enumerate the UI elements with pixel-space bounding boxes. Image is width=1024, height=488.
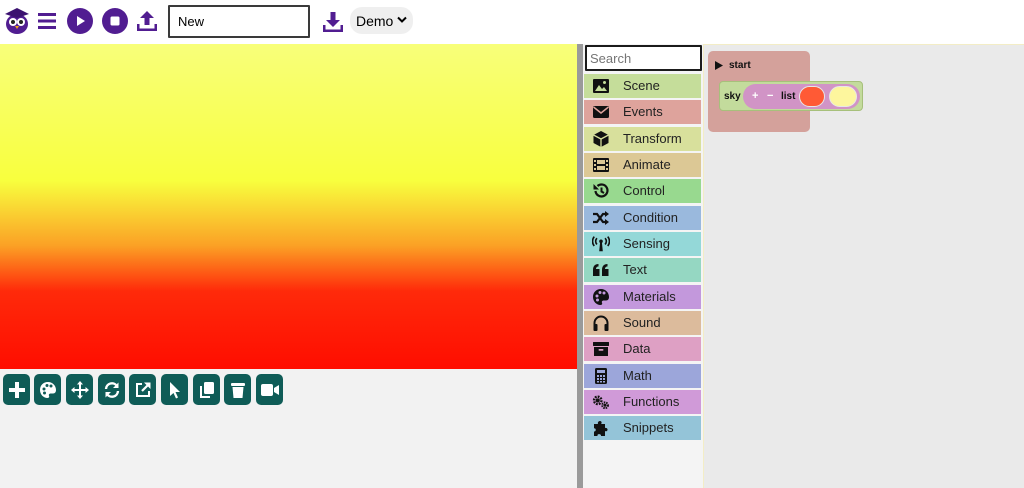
cube-icon [592,130,610,148]
cogs-icon [592,393,610,411]
category-data[interactable]: Data [584,337,701,361]
add-object-button[interactable] [3,374,30,405]
archive-icon [592,340,610,358]
category-sensing[interactable]: Sensing [584,232,701,256]
download-icon [323,12,343,32]
category-sound[interactable]: Sound [584,311,701,335]
antenna-icon [592,235,610,253]
top-toolbar: Demo [0,0,1024,44]
film-icon [592,156,610,174]
puzzle-icon [592,419,610,437]
color-swatch-2[interactable] [829,86,857,107]
headphones-icon [592,314,610,332]
category-materials[interactable]: Materials [584,285,701,309]
stop-icon [110,16,120,26]
category-functions[interactable]: Functions [584,390,701,414]
category-label: Events [623,104,663,119]
image-icon [592,77,610,95]
external-link-icon [135,382,150,397]
category-label: Transform [623,131,682,146]
play-button[interactable] [67,8,93,34]
category-label: Math [623,368,652,383]
duplicate-button[interactable] [193,374,220,405]
list-add-item-button[interactable]: + [752,90,758,102]
category-label: Control [623,183,665,198]
category-label: Data [623,341,651,356]
category-scene[interactable]: Scene [584,74,701,98]
download-button[interactable] [321,9,345,35]
category-label: Functions [623,394,680,409]
category-math[interactable]: Math [584,364,701,388]
toolbox-search-input[interactable] [585,45,702,71]
category-label: Text [623,262,647,277]
category-text[interactable]: Text [584,258,701,282]
history-icon [592,182,610,200]
category-events[interactable]: Events [584,100,701,124]
pointer-icon [169,381,180,398]
select-button[interactable] [161,374,188,405]
delete-button[interactable] [224,374,251,405]
category-transform[interactable]: Transform [584,127,701,151]
category-label: Sound [623,315,661,330]
palette-icon [592,288,610,306]
category-animate[interactable]: Animate [584,153,701,177]
play-icon [77,16,85,26]
demo-select-value: Demo [356,12,394,29]
palette-icon [39,381,56,398]
resize-button[interactable] [129,374,156,405]
category-control[interactable]: Control [584,179,701,203]
demo-select[interactable]: Demo [350,7,413,34]
category-label: Materials [623,289,676,304]
shuffle-icon [592,209,610,227]
category-label: Scene [623,78,660,93]
category-label: Animate [623,157,671,172]
menu-hamburger-icon[interactable] [37,10,57,32]
move-icon [70,380,89,399]
calculator-icon [592,367,610,385]
category-snippets[interactable]: Snippets [584,416,701,440]
list-remove-item-button[interactable]: − [767,90,773,102]
copy-icon [199,381,214,398]
quote-icon [592,261,610,279]
video-camera-button[interactable] [256,374,283,405]
upload-button[interactable] [135,8,159,34]
plus-icon [8,381,25,398]
list-block-label: list [781,91,796,102]
trash-icon [230,382,245,398]
rotate-icon [104,381,119,398]
category-condition[interactable]: Condition [584,206,701,230]
logo-owl-icon [2,6,32,36]
material-button[interactable] [34,374,61,405]
chevron-down-icon [397,16,407,23]
sky-block-label: sky [724,91,741,102]
video-camera-icon [260,383,279,396]
start-block-label: start [729,60,751,71]
category-label: Sensing [623,236,670,251]
move-button[interactable] [66,374,93,405]
stage-canvas[interactable] [0,44,577,369]
category-label: Snippets [623,420,674,435]
envelope-icon [592,103,610,121]
stop-button[interactable] [102,8,128,34]
category-label: Condition [623,210,678,225]
app-window: Demo [0,0,1024,488]
play-icon [715,61,723,70]
project-name-input[interactable] [168,5,310,38]
color-swatch-1[interactable] [799,86,825,107]
upload-icon [137,11,157,31]
rotate-button[interactable] [98,374,125,405]
